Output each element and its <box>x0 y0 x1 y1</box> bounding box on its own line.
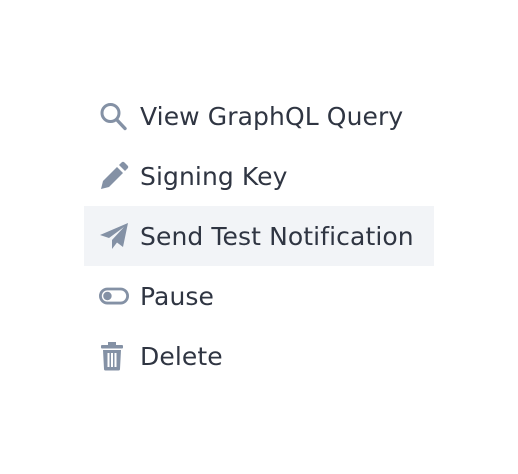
toggle-icon <box>99 281 129 311</box>
menu-item-signing-key[interactable]: Signing Key <box>84 146 434 206</box>
menu-item-label: Send Test Notification <box>140 221 414 251</box>
pencil-icon <box>99 161 129 191</box>
menu-item-view-graphql-query[interactable]: View GraphQL Query <box>84 86 434 146</box>
menu-item-send-test-notification[interactable]: Send Test Notification <box>84 206 434 266</box>
menu-item-label: View GraphQL Query <box>140 101 404 131</box>
context-menu: View GraphQL Query Signing Key Send Test… <box>84 86 434 386</box>
trash-icon <box>99 341 129 371</box>
search-icon <box>99 101 129 131</box>
paper-plane-icon <box>99 221 129 251</box>
menu-item-label: Pause <box>140 281 215 311</box>
menu-item-label: Delete <box>140 341 223 371</box>
menu-item-label: Signing Key <box>140 161 288 191</box>
menu-item-delete[interactable]: Delete <box>84 326 434 386</box>
menu-item-pause[interactable]: Pause <box>84 266 434 326</box>
